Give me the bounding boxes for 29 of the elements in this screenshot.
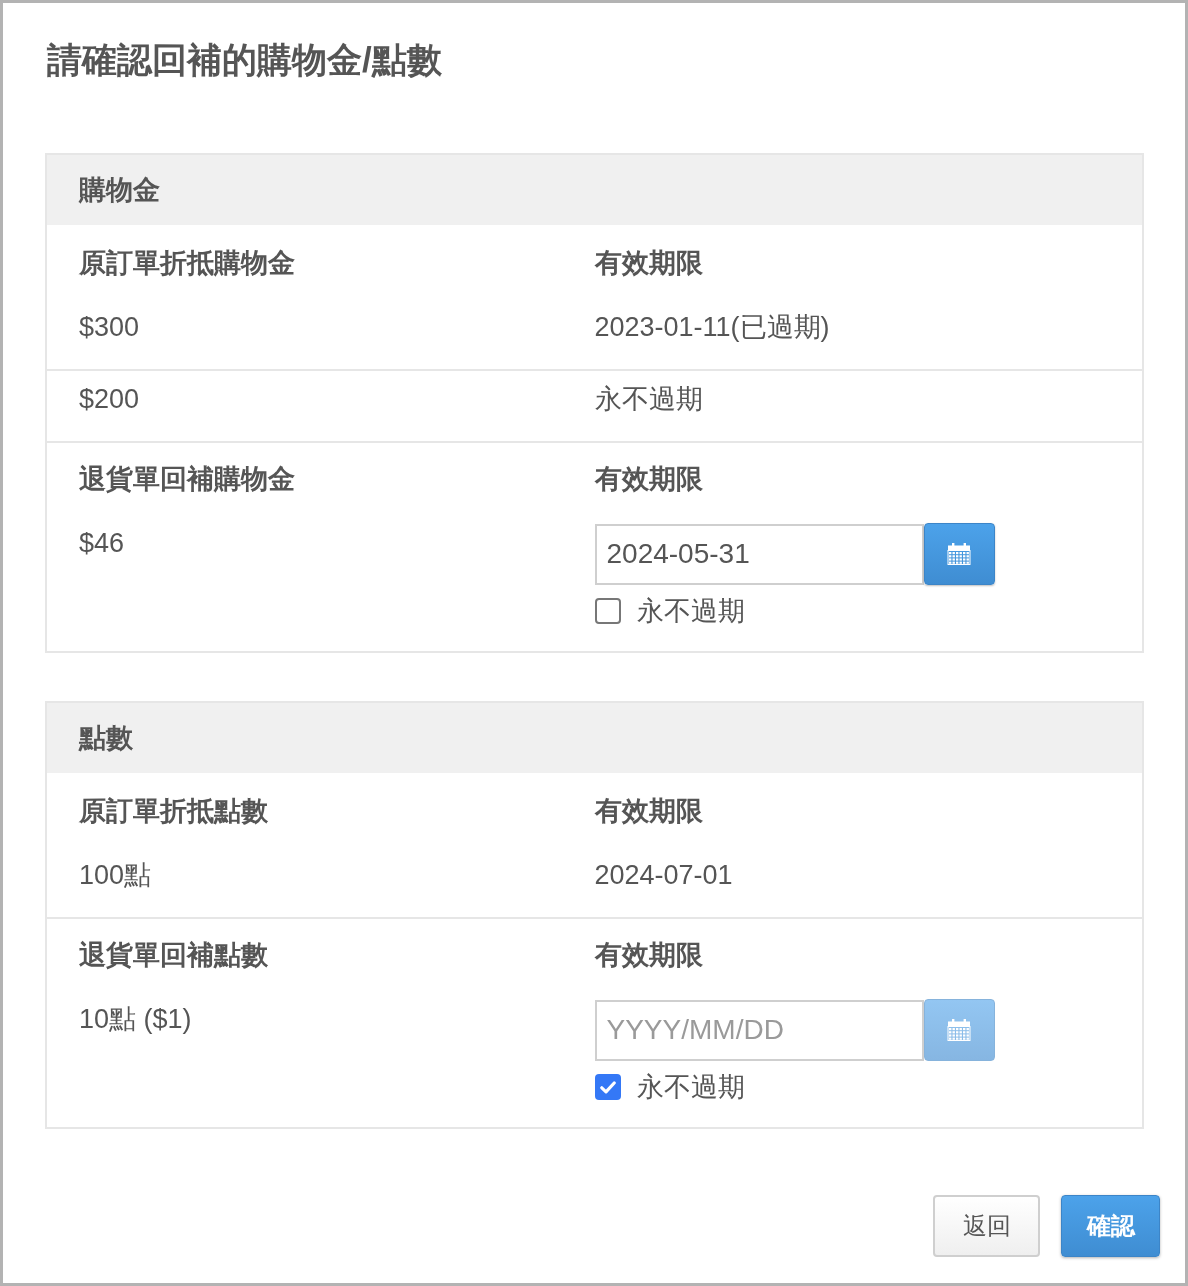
expiry-label: 有效期限 bbox=[594, 939, 703, 972]
expiry-date: 2023-01-11(已過期) bbox=[594, 311, 830, 344]
date-field[interactable]: 2024-05-31 bbox=[594, 523, 924, 585]
expiry-label: 有效期限 bbox=[594, 463, 703, 496]
amount-value: 10點 ($1) bbox=[79, 1003, 192, 1036]
checkbox[interactable] bbox=[594, 598, 621, 624]
calendar-button[interactable] bbox=[923, 523, 995, 585]
field-label: 退貨單回補點數 bbox=[79, 939, 268, 972]
amount-value: 100點 bbox=[79, 859, 152, 892]
amount-value: $200 bbox=[79, 383, 140, 416]
section-heading: 點數 bbox=[79, 722, 133, 755]
section-heading: 購物金 bbox=[79, 174, 160, 207]
amount-value: $46 bbox=[79, 527, 125, 560]
field-label: 退貨單回補購物金 bbox=[79, 463, 295, 496]
checkbox-label: 永不過期 bbox=[636, 595, 745, 627]
checkbox[interactable] bbox=[594, 1074, 621, 1100]
expiry-date: 2024-07-01 bbox=[594, 859, 733, 892]
expiry-label: 有效期限 bbox=[594, 247, 703, 280]
calendar-icon bbox=[947, 1019, 971, 1041]
field-label: 原訂單折抵購物金 bbox=[79, 247, 295, 280]
checkbox-label: 永不過期 bbox=[636, 1071, 745, 1103]
calendar-icon bbox=[947, 543, 971, 565]
field-label: 原訂單折抵點數 bbox=[79, 795, 268, 828]
checkmark-icon bbox=[599, 1080, 616, 1094]
expiry-date: 永不過期 bbox=[594, 383, 703, 416]
expiry-label: 有效期限 bbox=[594, 795, 703, 828]
dialog-title: 請確認回補的購物金/點數 bbox=[47, 40, 442, 80]
amount-value: $300 bbox=[79, 311, 140, 344]
back-button[interactable]: 返回 bbox=[933, 1195, 1040, 1257]
